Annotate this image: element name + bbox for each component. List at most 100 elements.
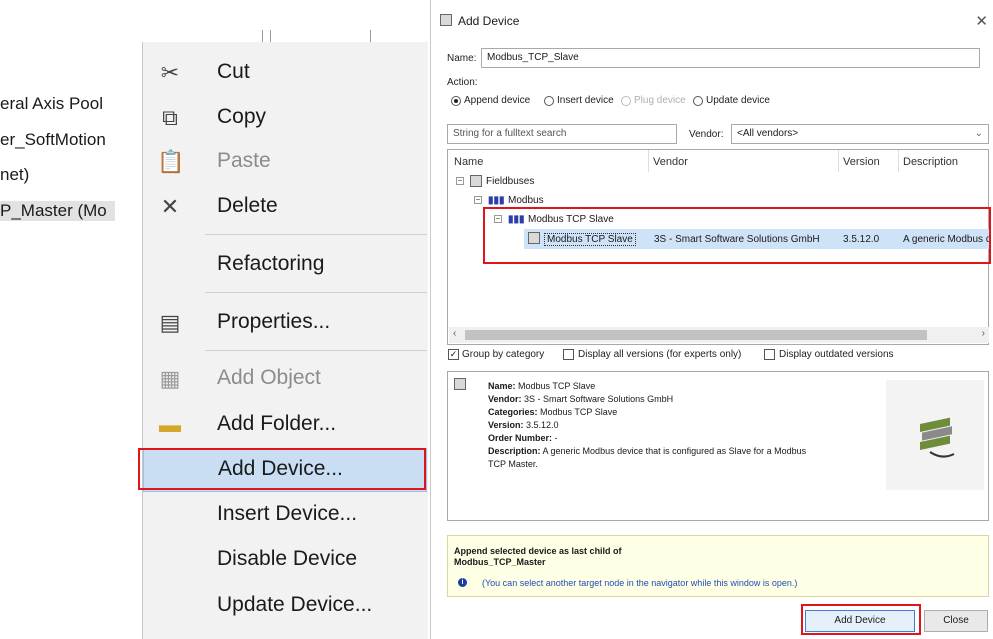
append-device-label: Append device — [464, 95, 531, 106]
group-by-category-label: Group by category — [462, 349, 545, 360]
folder-icon: ▬ — [159, 412, 181, 437]
chevron-down-icon: ⌄ — [974, 128, 983, 139]
modbus-icon: ▮▮▮ — [488, 195, 505, 206]
name-label: Name: — [447, 53, 477, 64]
menu-separator — [205, 350, 427, 351]
menu-separator — [205, 234, 427, 235]
column-header-name[interactable]: Name — [454, 156, 483, 168]
column-header-version[interactable]: Version — [843, 156, 880, 168]
menu-label: Disable Device — [217, 547, 358, 570]
collapse-icon[interactable]: − — [474, 196, 482, 204]
close-icon[interactable]: ✕ — [975, 12, 988, 30]
menu-label: Copy — [217, 105, 267, 128]
menu-label: Cut — [217, 60, 250, 83]
tree-item-modbus-tcp-master[interactable]: P_Master (Mo — [0, 201, 115, 221]
search-input[interactable]: String for a fulltext search — [447, 124, 677, 144]
device-info-panel: Name: Modbus TCP Slave Vendor: 3S - Smar… — [447, 371, 989, 521]
menu-item-properties[interactable]: ▤ Properties... — [143, 302, 427, 346]
menu-item-add-folder[interactable]: ▬ Add Folder... — [143, 404, 427, 448]
menu-label: Delete — [217, 194, 278, 217]
dialog-titlebar: Add Device ✕ — [431, 0, 993, 40]
tree-item-softmotion[interactable]: er_SoftMotion — [0, 130, 106, 150]
menu-item-delete[interactable]: ✕ Delete — [143, 186, 427, 230]
tree-item-axis-pool[interactable]: eral Axis Pool — [0, 94, 103, 114]
column-divider — [648, 150, 649, 172]
menu-item-paste[interactable]: 📋 Paste — [143, 141, 427, 185]
copy-icon: ⧉ — [162, 105, 178, 130]
menu-item-copy[interactable]: ⧉ Copy — [143, 97, 427, 141]
scissors-icon: ✂ — [160, 60, 180, 85]
column-header-description[interactable]: Description — [903, 156, 958, 168]
name-input[interactable]: Modbus_TCP_Slave — [481, 48, 980, 68]
add-device-dialog: Add Device ✕ Name: Modbus_TCP_Slave Acti… — [430, 0, 993, 639]
display-all-versions-label: Display all versions (for experts only) — [578, 349, 742, 360]
radio-insert-device[interactable] — [544, 96, 554, 106]
menu-label: Add Object — [217, 366, 321, 389]
delete-x-icon: ✕ — [160, 194, 180, 219]
tree-node-fieldbuses[interactable]: Fieldbuses — [486, 176, 534, 187]
fieldbus-icon — [470, 175, 482, 187]
info-icon: i — [458, 578, 467, 587]
menu-item-disable-device[interactable]: Disable Device — [143, 539, 427, 583]
add-object-icon: ▦ — [159, 366, 181, 391]
scrollbar-thumb[interactable] — [465, 330, 927, 340]
menu-label: Refactoring — [217, 252, 325, 275]
info-vendor: Vendor: 3S - Smart Software Solutions Gm… — [488, 394, 674, 404]
info-description: Description: A generic Modbus device tha… — [488, 446, 807, 456]
update-device-label: Update device — [706, 95, 770, 106]
note-hint: (You can select another target node in t… — [482, 578, 798, 588]
device-tree: eral Axis Pool er_SoftMotion net) P_Mast… — [0, 0, 160, 639]
tree-node-modbus[interactable]: Modbus — [508, 195, 544, 206]
highlight-box-device-row — [483, 207, 991, 264]
checkbox-display-all-versions[interactable] — [563, 349, 574, 360]
highlight-box-add-device-button — [801, 604, 921, 635]
scroll-left-icon[interactable]: ‹ — [453, 328, 456, 339]
info-order-number: Order Number: - — [488, 433, 558, 443]
menu-label: Paste — [217, 149, 271, 172]
menu-item-update-device[interactable]: Update Device... — [143, 585, 427, 629]
dialog-title: Add Device — [458, 14, 520, 28]
checkbox-group-by-category[interactable]: ✓ — [448, 349, 459, 360]
display-outdated-label: Display outdated versions — [779, 349, 894, 360]
menu-label: Insert Device... — [217, 502, 358, 525]
collapse-icon[interactable]: − — [456, 177, 464, 185]
tree-item-ethernet[interactable]: net) — [0, 165, 29, 185]
paste-icon: 📋 — [157, 149, 185, 174]
highlight-box-add-device — [138, 448, 426, 490]
target-note: Append selected device as last child of … — [447, 535, 989, 597]
info-name: Name: Modbus TCP Slave — [488, 381, 596, 391]
radio-update-device[interactable] — [693, 96, 703, 106]
vendor-select-value: <All vendors> — [737, 128, 799, 139]
info-categories: Categories: Modbus TCP Slave — [488, 407, 618, 417]
menu-item-add-object[interactable]: ▦ Add Object — [143, 358, 427, 402]
menu-item-cut[interactable]: ✂ Cut — [143, 52, 427, 96]
horizontal-scrollbar[interactable]: ‹ › — [449, 327, 989, 343]
info-description-cont: TCP Master. — [488, 459, 538, 469]
scroll-right-icon[interactable]: › — [982, 328, 985, 339]
menu-label: Properties... — [217, 310, 331, 333]
radio-plug-device[interactable] — [621, 96, 631, 106]
context-menu: ✂ Cut ⧉ Copy 📋 Paste ✕ Delete Refactorin… — [142, 42, 428, 639]
menu-label: Add Folder... — [217, 412, 337, 435]
menu-label: Update Device... — [217, 593, 373, 616]
checkbox-display-outdated[interactable] — [764, 349, 775, 360]
action-label: Action: — [447, 77, 478, 88]
note-line-2: Modbus_TCP_Master — [454, 557, 546, 567]
device-icon — [454, 378, 466, 390]
properties-icon: ▤ — [159, 310, 181, 335]
device-image — [886, 380, 984, 490]
vendor-label: Vendor: — [689, 129, 724, 140]
close-button[interactable]: Close — [924, 610, 988, 632]
radio-append-device[interactable] — [451, 96, 461, 106]
info-version: Version: 3.5.12.0 — [488, 420, 559, 430]
column-divider — [898, 150, 899, 172]
insert-device-label: Insert device — [557, 95, 614, 106]
menu-item-insert-device[interactable]: Insert Device... — [143, 494, 427, 538]
note-line-1: Append selected device as last child of — [454, 546, 622, 556]
column-divider — [838, 150, 839, 172]
column-header-vendor[interactable]: Vendor — [653, 156, 688, 168]
menu-item-refactoring[interactable]: Refactoring — [143, 244, 427, 288]
plug-device-label: Plug device — [634, 95, 686, 106]
menu-separator — [205, 292, 427, 293]
vendor-select[interactable]: <All vendors> ⌄ — [731, 124, 989, 144]
